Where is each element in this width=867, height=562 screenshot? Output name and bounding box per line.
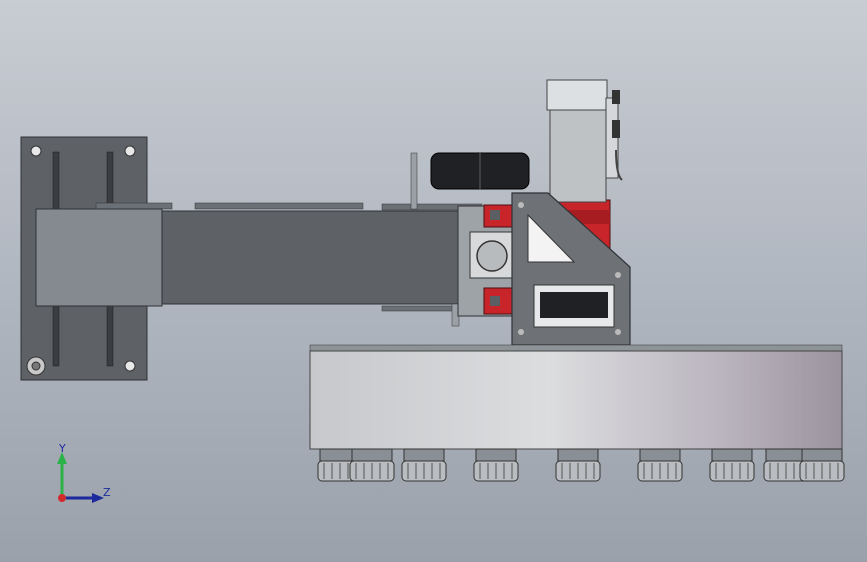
clamp-block[interactable] bbox=[457, 204, 517, 317]
axis-triad: Y Z bbox=[40, 440, 130, 520]
tool-collets[interactable] bbox=[317, 448, 845, 482]
cad-model[interactable] bbox=[0, 0, 867, 562]
tool-collet[interactable] bbox=[401, 448, 447, 482]
servo-motor[interactable] bbox=[546, 79, 623, 203]
triad-graphic bbox=[57, 452, 104, 503]
tool-collet[interactable] bbox=[349, 448, 395, 482]
tool-collet[interactable] bbox=[709, 448, 755, 482]
tool-collet[interactable] bbox=[473, 448, 519, 482]
x-axis-origin bbox=[58, 494, 66, 502]
graphics-viewport[interactable]: Y Z bbox=[0, 0, 867, 562]
tool-collet[interactable] bbox=[555, 448, 601, 482]
gusset-bracket[interactable] bbox=[511, 192, 631, 346]
turntable-disc[interactable] bbox=[309, 344, 843, 450]
black-wheel[interactable] bbox=[430, 152, 530, 190]
y-axis-label: Y bbox=[59, 442, 66, 455]
tool-collet[interactable] bbox=[637, 448, 683, 482]
tool-collet[interactable] bbox=[799, 448, 845, 482]
z-axis-label: Z bbox=[103, 486, 111, 499]
